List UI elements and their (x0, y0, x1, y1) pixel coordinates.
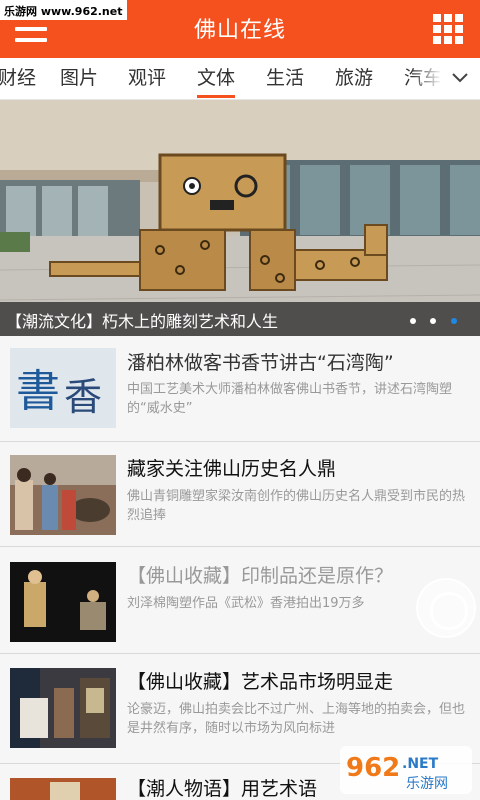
category-tabs: 财经 图片 观评 文体 生活 旅游 汽车 (0, 58, 480, 100)
tabs-more-button[interactable] (440, 58, 480, 99)
news-title: 藏家关注佛山历史名人鼎 (127, 458, 337, 480)
news-thumbnail: 書 香 (10, 348, 116, 428)
tab-finance[interactable]: 财经 (0, 58, 36, 99)
news-summary: 佛山青铜雕塑家梁汝南创作的佛山历史名人鼎受到市民的热烈追捧 (127, 489, 466, 523)
tabs-fade (412, 58, 442, 99)
list-item[interactable]: 書 香 潘柏林做客书香节讲古“石湾陶” 中国工艺美术大师潘柏林做客佛山书香节，讲… (0, 336, 480, 442)
tab-pictures[interactable]: 图片 (60, 58, 98, 99)
carousel-dot[interactable] (410, 318, 416, 324)
news-title: 【佛山收藏】印制品还是原作？ (127, 565, 394, 587)
featured-banner[interactable]: 【潮流文化】朽木上的雕刻艺术和人生 (0, 100, 480, 336)
news-thumbnail (10, 778, 116, 800)
news-thumbnail (10, 455, 116, 535)
news-thumbnail (10, 668, 116, 748)
banner-caption-bar: 【潮流文化】朽木上的雕刻艺术和人生 (0, 302, 480, 336)
svg-text:香: 香 (64, 375, 102, 419)
logo-subtitle: 乐游网 (406, 776, 448, 792)
banner-image (0, 100, 480, 336)
news-title: 【佛山收藏】艺术品市场明显走 (127, 671, 394, 693)
tab-life[interactable]: 生活 (266, 58, 304, 99)
tab-culture-sports[interactable]: 文体 (197, 58, 236, 99)
tab-commentary[interactable]: 观评 (128, 58, 166, 99)
svg-text:書: 書 (16, 366, 60, 417)
list-item[interactable]: 藏家关注佛山历史名人鼎 佛山青铜雕塑家梁汝南创作的佛山历史名人鼎受到市民的热烈追… (0, 442, 480, 547)
list-item[interactable]: 【佛山收藏】印制品还是原作？ 刘泽棉陶塑作品《武松》香港拍出19万多 (0, 547, 480, 654)
site-watermark: 乐游网 www.962.net (0, 0, 128, 20)
tab-travel[interactable]: 旅游 (335, 58, 373, 99)
site-logo: 962 .NET 乐游网 (340, 746, 472, 794)
news-title: 潘柏林做客书香节讲古“石湾陶” (127, 352, 394, 374)
logo-net: .NET (402, 756, 439, 772)
news-summary: 论豪迈，佛山拍卖会比不过广州、上海等地的拍卖会，但也是井然有序，随时以市场为风向… (127, 702, 466, 736)
logo-number: 962 (346, 753, 400, 783)
banner-caption: 【潮流文化】朽木上的雕刻艺术和人生 (6, 312, 279, 331)
news-summary: 中国工艺美术大师潘柏林做客佛山书香节，讲述石湾陶塑的“威水史” (127, 382, 453, 416)
news-thumbnail (10, 562, 116, 642)
carousel-dot[interactable] (430, 318, 436, 324)
chevron-down-icon (452, 73, 468, 83)
carousel-dot-active[interactable] (451, 318, 457, 324)
grid-apps-icon[interactable] (433, 14, 463, 44)
floating-assistive-button[interactable] (416, 578, 476, 638)
